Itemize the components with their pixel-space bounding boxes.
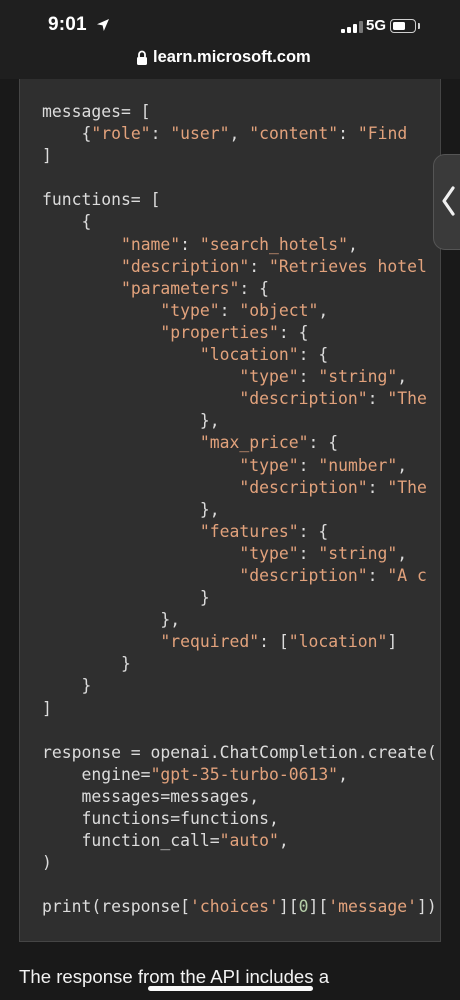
code-line: engine="gpt-35-turbo-0613", [42,764,348,784]
code-line: "required": ["location"] [160,632,398,652]
code-line: "type": "string", [239,543,408,563]
body-paragraph: The response from the API includes a [19,966,330,987]
code-line: functions= [ [42,190,161,210]
url-bar[interactable]: learn.microsoft.com [0,44,460,79]
code-line: ) [42,853,52,873]
code-line: ] [42,698,52,718]
page-content: messages= [ {"role": "user", "content": … [0,79,460,1000]
code-line: response = openai.ChatCompletion.create( [42,742,437,762]
code-line: "parameters": { [120,278,269,298]
network-type: 5G [366,17,387,34]
code-line: function_call="auto", [42,831,289,851]
code-line: } [42,676,92,696]
chevron-left-icon [442,186,455,216]
battery-icon [390,19,420,33]
code-line: "type": "string", [239,367,408,387]
location-arrow-icon [97,19,109,31]
lock-icon [137,50,147,65]
code-line: "type": "object", [160,300,329,320]
code-block[interactable]: messages= [ {"role": "user", "content": … [19,79,441,942]
code-line: } [42,654,131,674]
status-time: 9:01 [48,14,87,35]
code-line: }, [42,610,181,630]
status-bar: 9:01 5G [0,0,460,44]
code-line: {"role": "user", "content": "Find [42,124,408,144]
side-panel-tab[interactable] [433,154,460,250]
code-line: print(response['choices'][0]['message']) [42,897,437,917]
code-line: "description": "The [239,389,427,409]
code-line: "description": "The [239,477,427,497]
code-line: "type": "number", [239,455,408,475]
code-line: } [42,588,210,608]
page-url: learn.microsoft.com [153,48,311,66]
code-line: functions=functions, [42,809,279,828]
signal-bars-icon [341,21,363,33]
code-line: messages=messages, [42,786,260,806]
code-line: "name": "search_hotels", [120,234,358,254]
code-line: { [42,212,92,232]
code-line: ] [42,146,52,166]
code-line: "features": { [199,521,329,541]
code-line: }, [42,499,220,519]
code-line: }, [42,411,220,431]
home-indicator[interactable] [148,986,313,991]
code-line: "properties": { [160,322,309,342]
code-line: "description": "Retrieves hotel [120,256,427,276]
code-line: messages= [ [42,102,151,121]
code-line: "description": "A c [239,565,427,585]
code-line: "location": { [199,345,329,365]
code-lines: messages= [ {"role": "user", "content": … [42,101,437,918]
code-line: "max_price": { [199,433,339,453]
